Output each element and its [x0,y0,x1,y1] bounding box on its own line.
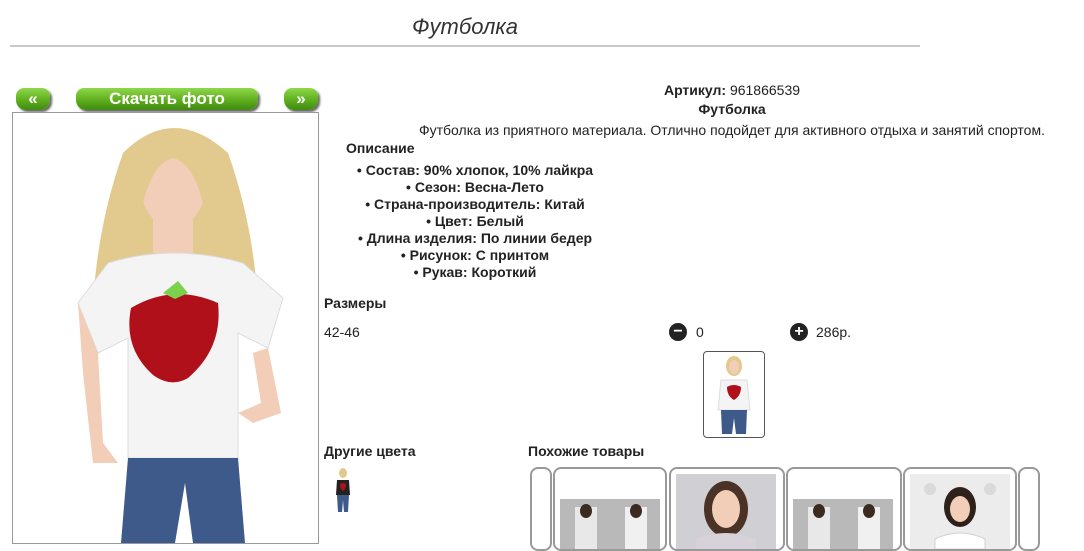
feature-item: Рисунок: С принтом [330,247,620,264]
similar-product-card-partial [530,467,552,551]
product-name: Футболка [698,101,766,117]
feature-item: Цвет: Белый [330,213,620,230]
similar-product-card[interactable] [903,467,1017,551]
feature-item: Рукав: Короткий [330,264,620,281]
article-number: Артикул: 961866539 [330,82,1084,98]
similar-product-card[interactable] [553,467,667,551]
other-color-thumbnail[interactable] [333,467,353,513]
price-value: 286р. [816,324,852,340]
increase-quantity-button[interactable]: + [790,323,808,341]
title-divider [10,45,920,47]
model-photo-illustration [13,113,318,543]
feature-item: Состав: 90% хлопок, 10% лайкра [330,162,620,179]
product-thumbnail[interactable] [703,351,765,438]
similar-product-card[interactable] [669,467,785,551]
similar-product-image [793,499,893,549]
thumbnail-illustration [717,356,751,434]
quantity-value: 0 [696,324,704,340]
article-label: Артикул: [663,82,727,98]
other-color-illustration [336,468,350,512]
decrease-quantity-button[interactable]: − [669,323,687,341]
download-photo-button[interactable]: Скачать фото [76,88,258,110]
prev-photo-button[interactable]: « [16,88,50,110]
feature-item: Страна-производитель: Китай [330,196,620,213]
similar-product-image [910,474,1010,549]
article-value: 961866539 [729,82,801,98]
sizes-heading: Размеры [324,295,387,311]
other-colors-heading: Другие цвета [324,443,416,459]
size-label: 42-46 [324,324,360,340]
feature-item: Сезон: Весна-Лето [330,179,620,196]
similar-product-card-partial [1018,467,1040,551]
similar-product-image [560,499,660,549]
similar-products-heading: Похожие товары [528,443,645,459]
next-photo-button[interactable]: » [284,88,318,110]
main-product-photo[interactable] [12,112,319,544]
page-title: Футболка [412,14,518,39]
product-description: Футболка из приятного материала. Отлично… [418,122,1045,138]
feature-list: Состав: 90% хлопок, 10% лайкра Сезон: Ве… [330,162,620,281]
similar-product-image [676,474,776,549]
similar-product-card[interactable] [786,467,902,551]
feature-item: Длина изделия: По линии бедер [330,230,620,247]
description-heading: Описание [346,140,415,156]
